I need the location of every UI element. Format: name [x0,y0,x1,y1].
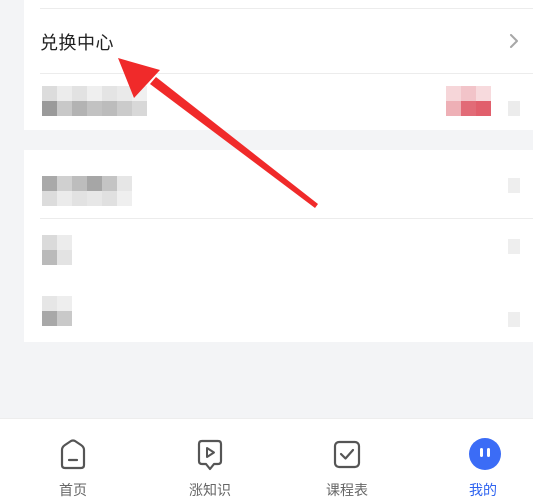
checkbox-icon [333,440,361,469]
profile-icon [469,438,501,470]
profile-screen: 兑换中心 首页 涨知识 课程表 我的 [0,0,533,500]
bottom-tab-bar: 首页 涨知识 课程表 我的 [0,418,533,500]
menu-card-bottom [24,150,533,342]
tab-home[interactable]: 首页 [28,419,118,500]
play-icon [197,439,223,471]
menu-item-blurred[interactable] [24,74,533,130]
menu-item-label: 兑换中心 [40,33,114,54]
tab-schedule[interactable]: 课程表 [302,419,392,500]
tab-label: 课程表 [326,483,368,499]
tab-label: 我的 [469,483,497,499]
tab-knowledge[interactable]: 涨知识 [165,419,255,500]
tab-label: 涨知识 [189,483,231,499]
menu-item-blurred[interactable] [24,275,533,335]
menu-item-redeem-center[interactable]: 兑换中心 [24,9,533,73]
menu-item-blurred[interactable] [24,164,533,210]
menu-item-blurred[interactable] [24,219,533,275]
tab-mine[interactable]: 我的 [438,419,528,500]
chevron-right-icon [510,34,518,48]
menu-card-top: 兑换中心 [24,0,533,130]
tab-label: 首页 [59,483,87,499]
home-icon [60,439,86,470]
